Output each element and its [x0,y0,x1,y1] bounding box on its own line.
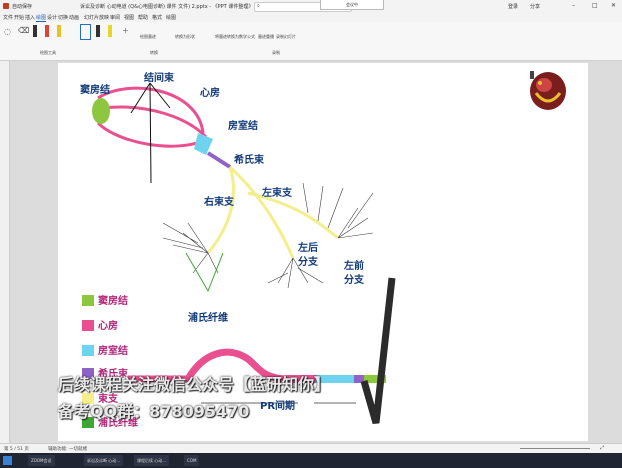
highlighter-yellow-icon[interactable] [108,25,112,37]
label-left-branch: 左束支 [261,186,293,199]
fit-slide-icon[interactable]: ⤢ [600,445,604,451]
pen-red-icon[interactable] [45,25,49,37]
minimize-icon[interactable]: – [572,2,575,9]
menu-item-1[interactable]: 开始 [14,14,24,21]
maximize-icon[interactable]: □ [592,2,598,9]
close-icon[interactable]: ✕ [611,2,616,9]
menu-bar: 文件 开始 插入 绘图 设计 切换 动画 幻灯片放映 审阅 视图 帮助 格式 绘图 [0,13,622,22]
ribbon-group-record: 录制 [272,50,280,55]
ribbon: ◌ ⌫ ＋ 绘图工具 绘图墨迹 转换为形状 将墨迹转换为数学公式 墨迹重播 录制… [0,22,622,61]
taskbar: ZOOM会议 诉讼及诊断 心动... 课程后续 心动... COM [0,453,622,468]
menu-item-12[interactable]: 绘图 [166,14,176,21]
label-left-posterior-2: 分支 [298,255,319,268]
vertical-ruler [0,61,10,443]
highlighter-icon[interactable] [96,25,100,37]
task-zoom[interactable]: ZOOM会议 [28,455,55,466]
add-pen-icon[interactable]: ＋ [122,26,129,36]
watermark-line-1: 后续课程关注微信公众号【蓝研知你】 [58,375,331,394]
label-right-branch: 右束支 [203,195,235,208]
watermark-line-2: 备考QQ群：878095470 [58,402,250,421]
task-com[interactable]: COM [184,455,200,466]
meeting-indicator: 会议中 [320,0,384,10]
menu-item-6[interactable]: 动画 [69,14,79,21]
autosave-label: 自动保存 [12,4,33,10]
pen-yellow-icon[interactable] [57,25,61,37]
legend-label-1: 心房 [98,319,118,332]
ribbon-tool-math[interactable]: 将墨迹转换为数学公式 [215,34,255,40]
sinus-node-shape [92,98,110,124]
legend-label-0: 窦房结 [98,294,128,307]
menu-item-8[interactable]: 审阅 [110,14,120,21]
label-left-anterior-2: 分支 [344,273,365,286]
app-icon [3,3,9,9]
pen-selected-icon[interactable] [80,24,91,40]
label-internodal: 结间束 [144,71,175,84]
menu-item-7[interactable]: 幻灯片放映 [84,14,109,21]
label-his: 希氏束 [233,153,265,166]
menu-item-0[interactable]: 文件 [3,14,13,21]
accessibility-status[interactable]: 辅助功能: 一切就绪 [48,446,87,452]
label-av-node: 房室结 [228,119,258,132]
menu-item-4[interactable]: 设计 [47,14,57,21]
label-sinus-node: 窦房结 [80,83,110,96]
share-label[interactable]: 分享 [530,3,540,10]
ribbon-tool-replay[interactable]: 墨迹重播 [258,34,274,40]
search-icon: ⌕ [257,3,260,9]
ribbon-group-draw: 绘图工具 [40,50,56,55]
menu-item-3[interactable]: 绘图 [36,14,47,22]
task-ppt-1[interactable]: 诉讼及诊断 心动... [84,455,124,466]
slide-counter: 第 5 / 51 页 [4,447,29,452]
ribbon-group-convert: 转换 [150,50,158,55]
label-atrium: 心房 [200,86,220,99]
window-title: 诉讼及诊断 心动电道 (Q&心电图诊断) 课件 文件) 2.pptx - 《PP… [80,4,254,10]
menu-item-9[interactable]: 视图 [124,14,134,21]
label-left-posterior-1: 左后 [297,241,318,254]
zoom-slider[interactable] [520,448,590,449]
label-left-anterior-1: 左前 [343,259,364,272]
task-ppt-2[interactable]: 课程后续 心动... [134,455,170,466]
pen-black-icon[interactable] [33,25,37,37]
menu-item-11[interactable]: 格式 [152,14,162,21]
user-label[interactable]: 登录 [508,3,518,10]
title-bar: 自动保存 诉讼及诊断 心动电道 (Q&心电图诊断) 课件 文件) 2.pptx … [0,0,622,14]
menu-item-10[interactable]: 帮助 [138,14,148,21]
eraser-icon[interactable]: ⌫ [18,26,29,35]
ribbon-tool-record[interactable]: 录制幻灯片 [276,34,296,40]
ribbon-tool-ink[interactable]: 绘图墨迹 [140,34,156,40]
label-purkinje: 浦氏纤维 [188,311,228,324]
start-icon[interactable] [3,456,12,465]
lasso-icon[interactable]: ◌ [4,27,11,36]
heart-thumbnail [530,71,566,110]
menu-item-5[interactable]: 切换 [58,14,68,21]
av-node-shape [194,133,213,155]
label-pr-interval: PR间期 [260,399,295,412]
legend-label-2: 房室结 [98,344,128,357]
menu-item-2[interactable]: 插入 [25,14,35,21]
ribbon-tool-shape[interactable]: 转换为形状 [175,34,195,40]
